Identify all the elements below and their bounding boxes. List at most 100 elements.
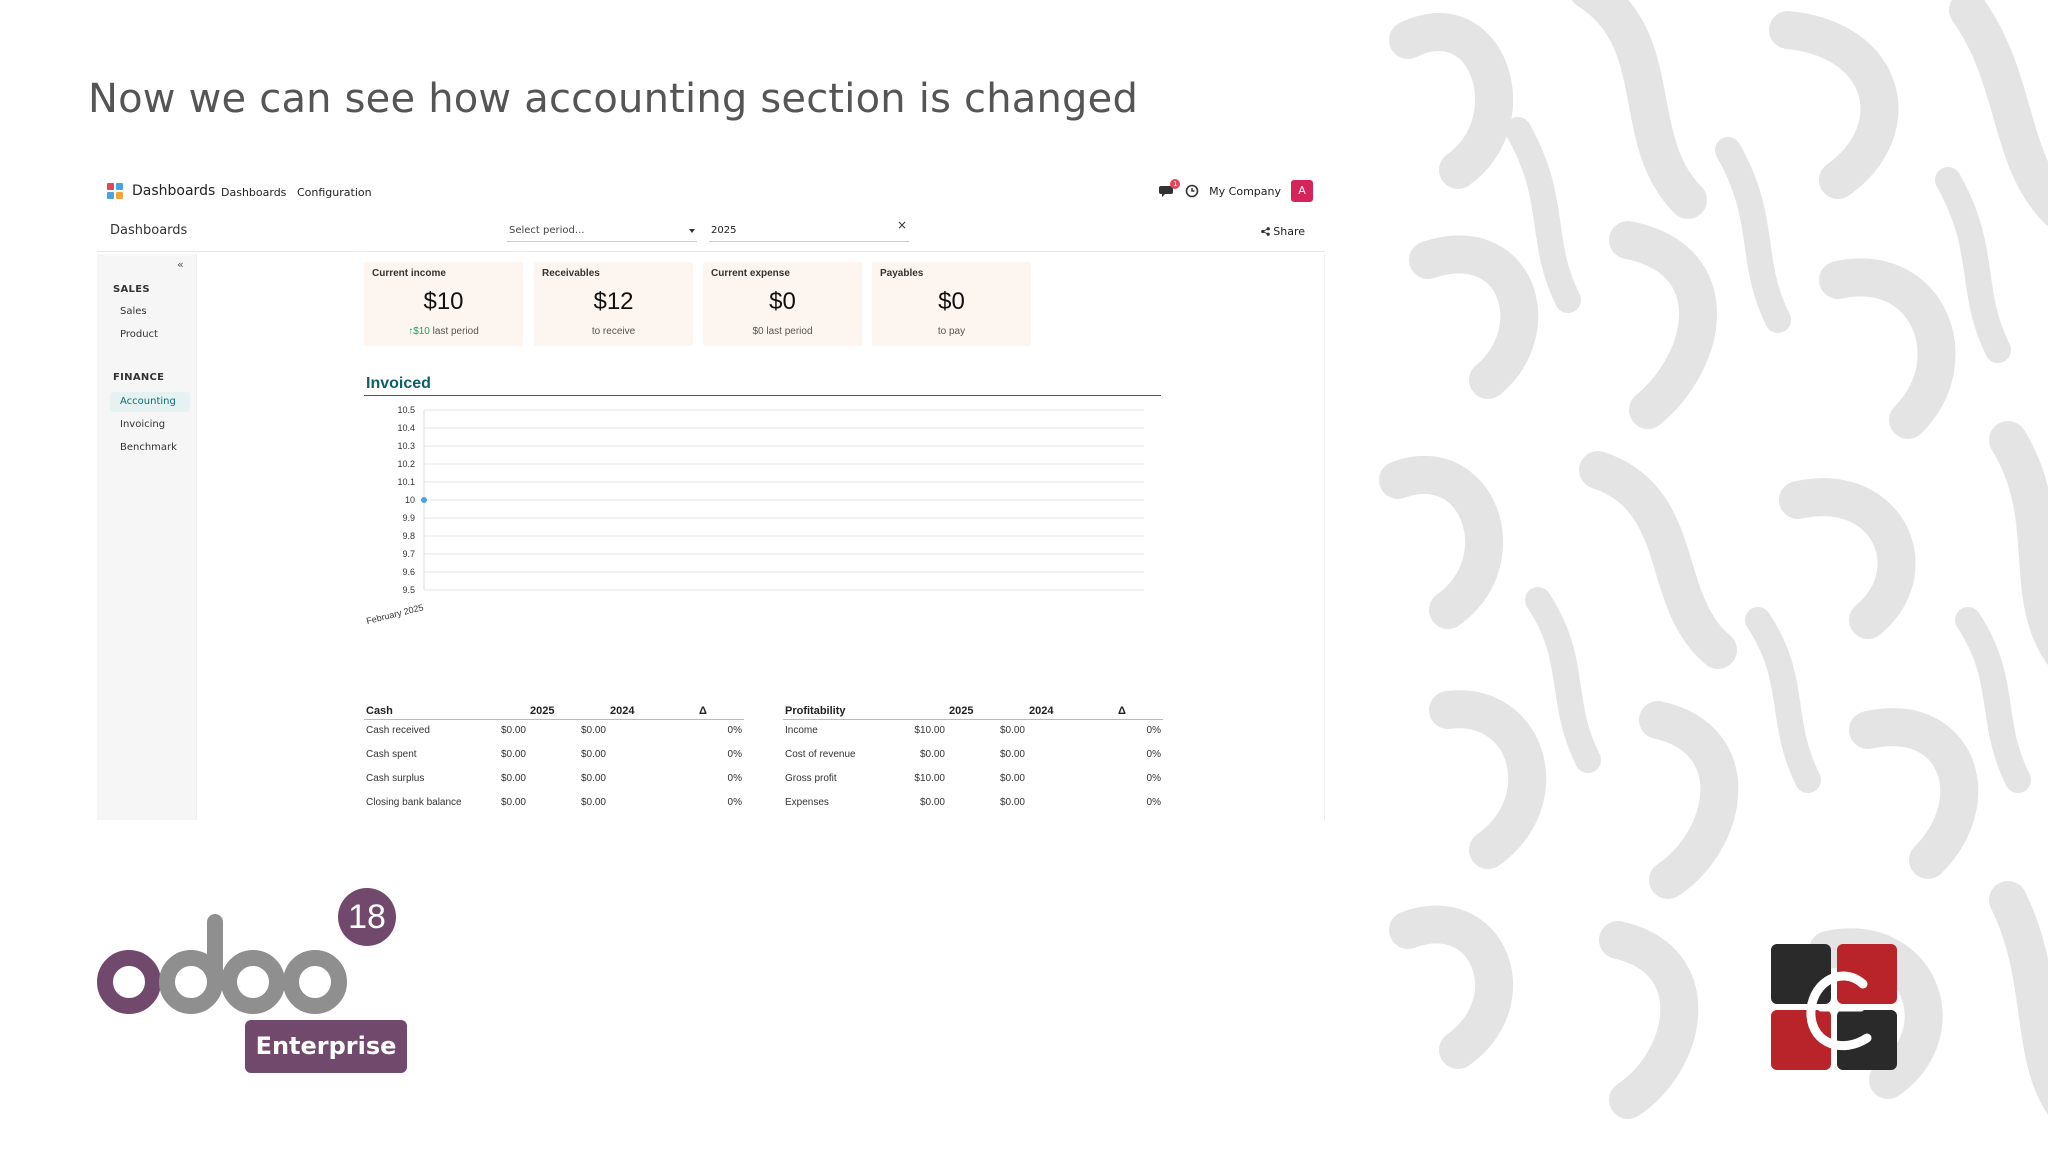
table-cell: 0% (727, 725, 742, 736)
column-header: 2024 (610, 705, 635, 717)
table-cell: $10.00 (914, 773, 945, 784)
row-label: Cash received (366, 725, 430, 736)
kpi-payables[interactable]: Payables $0 to pay (872, 262, 1031, 346)
y-tick-label: 10 (405, 495, 415, 505)
table-cell: $0.00 (919, 797, 945, 808)
company-switcher[interactable]: My Company (1209, 185, 1281, 198)
y-tick-label: 9.5 (402, 585, 415, 595)
row-label: Cash surplus (366, 773, 425, 784)
invoiced-line-chart: 10.5 10.4 10.3 10.2 10.1 10 9.9 9.8 9.7 9.6 9.5 Feb… (365, 405, 1144, 626)
table-cell: $0.00 (500, 725, 526, 736)
table-row[interactable]: Cash received $0.00 $0.00 0% (364, 720, 744, 744)
kpi-value: $12 (593, 288, 634, 315)
column-header: 2025 (530, 705, 555, 717)
decorative-pattern (1368, 0, 2048, 1152)
kpi-current-expense[interactable]: Current expense $0 $0 last period (703, 262, 862, 346)
row-label: Expenses (785, 797, 829, 808)
kpi-subtext: $0 last period (752, 326, 813, 337)
table-cell: 0% (1146, 725, 1161, 736)
row-label: Cost of revenue (785, 749, 856, 760)
y-tick-label: 10.1 (397, 477, 415, 487)
table-cell: $0.00 (580, 725, 606, 736)
table-cell: $0.00 (500, 797, 526, 808)
cash-table: Cash 2025 2024 Δ Cash received $0.00 $0.00… (364, 702, 744, 816)
table-cell: $10.00 (914, 725, 945, 736)
y-tick-label: 10.3 (397, 441, 415, 451)
sidebar-item-sales[interactable]: Sales (110, 302, 190, 322)
period-select[interactable]: Select period... (507, 222, 697, 242)
menu-configuration[interactable]: Configuration (297, 186, 372, 199)
y-tick-label: 10.4 (397, 423, 415, 433)
y-tick-label: 10.5 (397, 405, 415, 415)
year-filter-field[interactable]: 2025 (709, 222, 909, 242)
table-cell: $0.00 (999, 725, 1025, 736)
table-cell: $0.00 (500, 749, 526, 760)
kpi-value: $0 (938, 288, 965, 315)
column-header: Profitability (785, 705, 846, 717)
table-row[interactable]: Income $10.00 $0.00 0% (783, 720, 1163, 744)
share-label: Share (1273, 225, 1305, 238)
sidebar-item-accounting[interactable]: Accounting (110, 392, 190, 412)
column-header: Cash (366, 705, 393, 717)
dashboard-screenshot: Dashboards Dashboards Configuration 1 My… (97, 170, 1325, 820)
chart-title: Invoiced (366, 375, 431, 392)
kpi-value: $10 (423, 288, 464, 315)
clock-icon[interactable] (1185, 184, 1199, 198)
sidebar-item-invoicing[interactable]: Invoicing (110, 415, 190, 435)
collapse-sidebar-icon[interactable]: « (177, 258, 184, 271)
partner-logo (1771, 944, 1897, 1070)
kpi-value: $0 (769, 288, 796, 315)
table-cell: $0.00 (999, 773, 1025, 784)
odoo-wordmark (97, 914, 347, 1014)
row-label: Closing bank balance (366, 797, 462, 808)
table-cell: $0.00 (999, 797, 1025, 808)
row-label: Gross profit (785, 773, 837, 784)
edition-badge: Enterprise (245, 1020, 407, 1073)
chevron-down-icon (689, 229, 695, 233)
table-header: Cash 2025 2024 Δ (364, 702, 744, 720)
share-button[interactable]: Share (1260, 225, 1305, 238)
table-cell: 0% (727, 749, 742, 760)
app-name[interactable]: Dashboards (132, 183, 215, 199)
sidebar-item-product[interactable]: Product (110, 325, 190, 345)
breadcrumb: Dashboards (110, 223, 188, 238)
chat-badge: 1 (1170, 179, 1181, 189)
systray: 1 My Company A (1159, 179, 1313, 202)
kpi-trend-label: last period (432, 326, 479, 337)
table-row[interactable]: Cost of revenue $0.00 $0.00 0% (783, 744, 1163, 768)
column-header: 2024 (1029, 705, 1054, 717)
y-tick-label: 9.6 (402, 567, 415, 577)
table-cell: 0% (1146, 773, 1161, 784)
control-panel: Dashboards Select period... 2025 × Share (97, 212, 1325, 252)
table-row[interactable]: Cash spent $0.00 $0.00 0% (364, 744, 744, 768)
chat-icon[interactable]: 1 (1159, 179, 1181, 198)
profitability-table: Profitability 2025 2024 Δ Income $10.00 $0… (783, 702, 1163, 816)
column-header: Δ (699, 705, 707, 717)
column-header: 2025 (949, 705, 974, 717)
data-point[interactable] (421, 497, 427, 503)
clear-filter-icon[interactable]: × (897, 218, 907, 232)
y-tick-label: 9.8 (402, 531, 415, 541)
row-label: Income (785, 725, 818, 736)
table-row[interactable]: Gross profit $10.00 $0.00 0% (783, 768, 1163, 792)
table-row[interactable]: Expenses $0.00 $0.00 0% (783, 792, 1163, 816)
kpi-receivables[interactable]: Receivables $12 to receive (534, 262, 693, 346)
menu-dashboards[interactable]: Dashboards (221, 186, 286, 199)
dashboards-app-icon[interactable] (107, 183, 124, 200)
table-row[interactable]: Closing bank balance $0.00 $0.00 0% (364, 792, 744, 816)
user-avatar[interactable]: A (1291, 180, 1313, 202)
version-badge: 18 (338, 888, 396, 946)
kpi-current-income[interactable]: Current income $10 ↑$10 last period (364, 262, 523, 346)
table-row[interactable]: Cash surplus $0.00 $0.00 0% (364, 768, 744, 792)
profitability-table-body: Income $10.00 $0.00 0% Cost of revenue $0.00 $… (783, 720, 1163, 816)
period-placeholder: Select period... (509, 225, 585, 236)
table-cell: $0.00 (580, 749, 606, 760)
dashboard-sidebar: « SALES Sales Product FINANCE Accounting… (97, 254, 197, 820)
sidebar-item-benchmark[interactable]: Benchmark (110, 438, 190, 458)
column-header: Δ (1118, 705, 1126, 717)
y-tick-label: 10.2 (397, 459, 415, 469)
table-cell: 0% (1146, 749, 1161, 760)
x-tick-label: February 2025 (365, 602, 424, 626)
kpi-subtext: ↑$10 last period (364, 326, 523, 337)
chart-title-divider (364, 395, 1161, 396)
